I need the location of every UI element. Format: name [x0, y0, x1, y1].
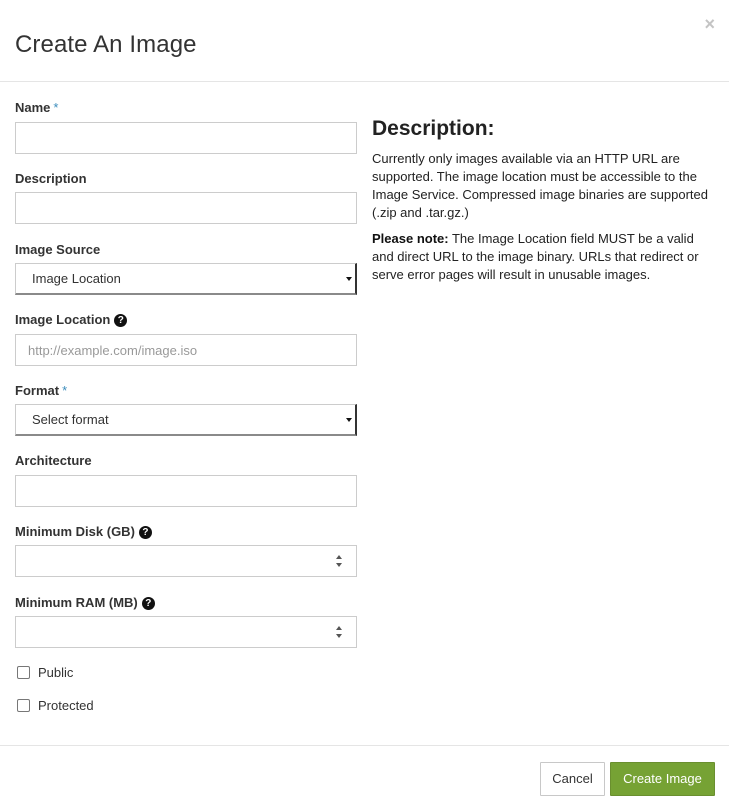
question-circle-icon[interactable]: ?: [141, 597, 155, 610]
image-location-input[interactable]: [15, 334, 357, 366]
minimum-disk-label-text: Minimum Disk (GB): [15, 524, 135, 539]
name-label: Name *: [15, 100, 58, 115]
caret-down-icon: [346, 418, 352, 422]
modal-header: Create An Image ×: [0, 0, 729, 82]
minimum-ram-label-text: Minimum RAM (MB): [15, 595, 138, 610]
close-icon[interactable]: ×: [704, 15, 715, 33]
description-heading: Description:: [372, 117, 495, 140]
question-circle-icon[interactable]: ?: [114, 314, 128, 327]
format-label-text: Format: [15, 383, 60, 398]
description-panel: Description: Currently only images avail…: [372, 116, 717, 292]
spinner-arrows-icon[interactable]: [336, 626, 342, 638]
description-text: Currently only images available via an H…: [372, 151, 709, 220]
public-label: Public: [38, 665, 74, 680]
create-image-modal: Create An Image × Name * Description Imag…: [0, 0, 729, 800]
protected-label: Protected: [38, 698, 94, 713]
minimum-disk-label: Minimum Disk (GB)?: [15, 524, 152, 539]
format-label: Format *: [15, 383, 67, 398]
description-note: Please note: The Image Location field MU…: [372, 230, 717, 284]
public-checkbox-row[interactable]: Public: [15, 665, 73, 680]
create-image-button[interactable]: Create Image: [610, 762, 715, 796]
format-selected: Select format: [32, 412, 109, 427]
image-location-label-text: Image Location: [15, 312, 111, 327]
image-source-selected: Image Location: [32, 271, 121, 286]
required-mark: *: [53, 100, 59, 115]
image-source-select[interactable]: Image Location: [15, 263, 357, 295]
description-label: Description: [15, 171, 87, 186]
spin-down-icon[interactable]: [336, 563, 342, 567]
name-label-text: Name: [15, 100, 51, 115]
minimum-ram-input[interactable]: [15, 616, 357, 648]
protected-checkbox[interactable]: [17, 699, 30, 712]
cancel-button[interactable]: Cancel: [540, 762, 605, 796]
caret-down-icon: [346, 277, 352, 281]
spin-up-icon[interactable]: [336, 626, 342, 630]
image-source-label: Image Source: [15, 242, 101, 257]
spin-down-icon[interactable]: [336, 634, 342, 638]
note-label: Please note:: [372, 231, 449, 246]
required-mark: *: [62, 383, 68, 398]
public-checkbox[interactable]: [17, 666, 30, 679]
spinner-arrows-icon[interactable]: [336, 555, 342, 567]
description-input[interactable]: [15, 192, 357, 224]
question-circle-icon[interactable]: ?: [138, 526, 152, 539]
spin-up-icon[interactable]: [336, 555, 342, 559]
architecture-label: Architecture: [15, 453, 92, 468]
modal-title: Create An Image: [15, 31, 197, 58]
format-select[interactable]: Select format: [15, 404, 357, 436]
modal-footer: Cancel Create Image: [0, 745, 729, 800]
minimum-ram-label: Minimum RAM (MB)?: [15, 595, 155, 610]
name-input[interactable]: [15, 122, 357, 154]
image-location-label: Image Location?: [15, 312, 128, 327]
protected-checkbox-row[interactable]: Protected: [15, 698, 94, 713]
minimum-disk-input[interactable]: [15, 545, 357, 577]
architecture-input[interactable]: [15, 475, 357, 507]
